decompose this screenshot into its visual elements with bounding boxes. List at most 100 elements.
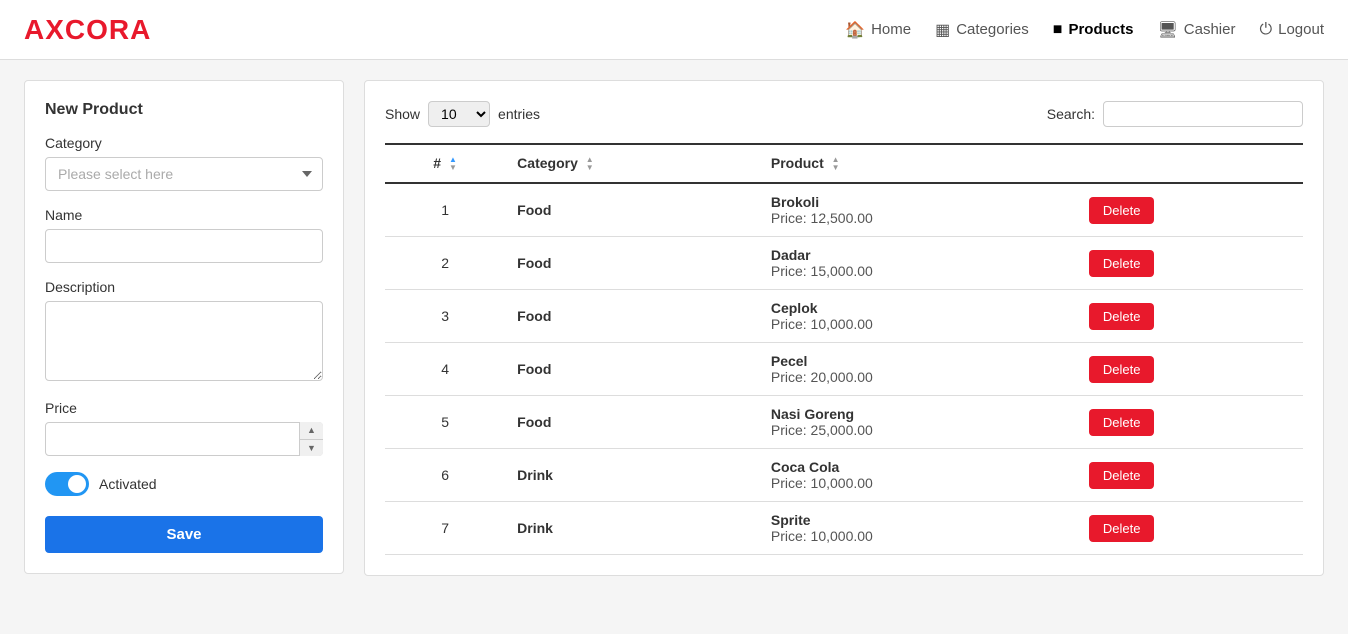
- delete-button[interactable]: Delete: [1089, 356, 1155, 383]
- row-category: Food: [505, 183, 759, 237]
- delete-button[interactable]: Delete: [1089, 197, 1155, 224]
- col-num: # ▲▼: [385, 144, 505, 183]
- row-action: Delete: [1077, 237, 1303, 290]
- nav-categories-label: Categories: [956, 21, 1029, 38]
- col-product: Product ▲▼: [759, 144, 1077, 183]
- nav-menu: 🏠 Home ▦ Categories ■ Products 🖥 Cashier…: [845, 20, 1324, 40]
- category-select[interactable]: Please select here: [45, 157, 323, 191]
- product-name: Brokoli: [771, 194, 1065, 210]
- new-product-form: New Product Category Please select here …: [24, 80, 344, 574]
- row-category: Food: [505, 396, 759, 449]
- price-label: Price: [45, 400, 323, 416]
- toggle-slider: [45, 472, 89, 496]
- product-price: Price: 10,000.00: [771, 316, 1065, 332]
- delete-button[interactable]: Delete: [1089, 462, 1155, 489]
- nav-categories[interactable]: ▦ Categories: [935, 20, 1029, 40]
- form-title: New Product: [45, 101, 323, 119]
- products-table: # ▲▼ Category ▲▼ Product: [385, 143, 1303, 555]
- nav-products-label: Products: [1068, 21, 1133, 38]
- name-input[interactable]: [45, 229, 323, 263]
- activated-toggle[interactable]: [45, 472, 89, 496]
- nav-home-label: Home: [871, 21, 911, 38]
- table-row: 1 Food Brokoli Price: 12,500.00 Delete: [385, 183, 1303, 237]
- category-label: Category: [45, 135, 323, 151]
- description-textarea[interactable]: [45, 301, 323, 381]
- row-product: Dadar Price: 15,000.00: [759, 237, 1077, 290]
- nav-logout[interactable]: ⏻ Logout: [1259, 21, 1324, 39]
- save-button[interactable]: Save: [45, 516, 323, 553]
- row-action: Delete: [1077, 502, 1303, 555]
- product-price: Price: 12,500.00: [771, 210, 1065, 226]
- row-action: Delete: [1077, 396, 1303, 449]
- row-num: 3: [385, 290, 505, 343]
- delete-button[interactable]: Delete: [1089, 515, 1155, 542]
- price-input-wrap: ▲ ▼: [45, 422, 323, 456]
- col-category: Category ▲▼: [505, 144, 759, 183]
- nav-home[interactable]: 🏠 Home: [845, 20, 911, 40]
- show-entries: Show 10 25 50 100 entries: [385, 101, 540, 127]
- nav-cashier[interactable]: 🖥 Cashier: [1157, 20, 1235, 40]
- row-category: Food: [505, 237, 759, 290]
- product-price: Price: 25,000.00: [771, 422, 1065, 438]
- activated-label: Activated: [99, 476, 157, 492]
- nav-cashier-label: Cashier: [1184, 21, 1236, 38]
- product-name: Coca Cola: [771, 459, 1065, 475]
- home-icon: 🏠: [845, 20, 865, 40]
- table-row: 7 Drink Sprite Price: 10,000.00 Delete: [385, 502, 1303, 555]
- product-name: Pecel: [771, 353, 1065, 369]
- nav-logout-label: Logout: [1278, 21, 1324, 38]
- brand-logo: AXCORA: [24, 14, 151, 46]
- product-price: Price: 15,000.00: [771, 263, 1065, 279]
- activated-row: Activated: [45, 472, 323, 496]
- row-category: Drink: [505, 449, 759, 502]
- entries-select[interactable]: 10 25 50 100: [428, 101, 490, 127]
- product-name: Ceplok: [771, 300, 1065, 316]
- name-label: Name: [45, 207, 323, 223]
- table-row: 4 Food Pecel Price: 20,000.00 Delete: [385, 343, 1303, 396]
- description-group: Description: [45, 279, 323, 384]
- entries-label: entries: [498, 106, 540, 122]
- col-action: [1077, 144, 1303, 183]
- price-down-button[interactable]: ▼: [300, 440, 323, 457]
- product-price: Price: 20,000.00: [771, 369, 1065, 385]
- search-input[interactable]: [1103, 101, 1303, 127]
- row-product: Sprite Price: 10,000.00: [759, 502, 1077, 555]
- product-name: Dadar: [771, 247, 1065, 263]
- price-up-button[interactable]: ▲: [300, 422, 323, 440]
- row-num: 5: [385, 396, 505, 449]
- logout-icon: ⏻: [1259, 21, 1272, 39]
- row-num: 2: [385, 237, 505, 290]
- price-input[interactable]: [45, 422, 323, 456]
- table-row: 5 Food Nasi Goreng Price: 25,000.00 Dele…: [385, 396, 1303, 449]
- products-icon: ■: [1053, 21, 1063, 39]
- table-row: 2 Food Dadar Price: 15,000.00 Delete: [385, 237, 1303, 290]
- nav-products[interactable]: ■ Products: [1053, 21, 1134, 39]
- col-category-sort: ▲▼: [586, 156, 594, 172]
- row-num: 6: [385, 449, 505, 502]
- row-action: Delete: [1077, 449, 1303, 502]
- row-num: 4: [385, 343, 505, 396]
- table-controls: Show 10 25 50 100 entries Search:: [385, 101, 1303, 127]
- row-category: Food: [505, 343, 759, 396]
- product-table-area: Show 10 25 50 100 entries Search: #: [364, 80, 1324, 576]
- delete-button[interactable]: Delete: [1089, 303, 1155, 330]
- delete-button[interactable]: Delete: [1089, 250, 1155, 277]
- category-group: Category Please select here: [45, 135, 323, 191]
- product-name: Sprite: [771, 512, 1065, 528]
- row-category: Food: [505, 290, 759, 343]
- row-action: Delete: [1077, 343, 1303, 396]
- row-action: Delete: [1077, 290, 1303, 343]
- row-product: Pecel Price: 20,000.00: [759, 343, 1077, 396]
- search-group: Search:: [1047, 101, 1303, 127]
- navbar: AXCORA 🏠 Home ▦ Categories ■ Products 🖥 …: [0, 0, 1348, 60]
- delete-button[interactable]: Delete: [1089, 409, 1155, 436]
- row-category: Drink: [505, 502, 759, 555]
- price-group: Price ▲ ▼: [45, 400, 323, 456]
- search-label: Search:: [1047, 106, 1095, 122]
- row-action: Delete: [1077, 183, 1303, 237]
- table-row: 6 Drink Coca Cola Price: 10,000.00 Delet…: [385, 449, 1303, 502]
- table-header-row: # ▲▼ Category ▲▼ Product: [385, 144, 1303, 183]
- row-product: Nasi Goreng Price: 25,000.00: [759, 396, 1077, 449]
- row-num: 7: [385, 502, 505, 555]
- col-product-sort: ▲▼: [832, 156, 840, 172]
